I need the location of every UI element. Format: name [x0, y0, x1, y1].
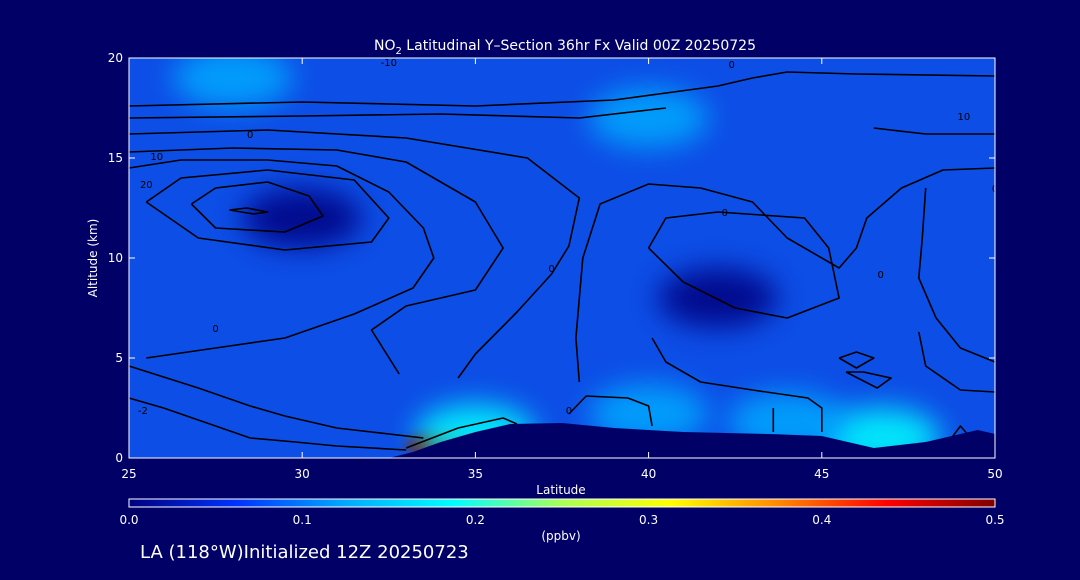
y-tick-label-2: 10 [108, 251, 123, 265]
chart-figure: NO2 Latitudinal Y–Section 36hr Fx Valid … [0, 0, 1080, 576]
colorbar-tick-label-5: 0.5 [985, 513, 1004, 527]
contour-label-6: 0 [722, 208, 728, 219]
contour-label-12: 0 [566, 406, 572, 417]
x-tick-label-3: 40 [641, 467, 656, 481]
colorbar-ticks: 0.0 0.1 0.2 0.3 0.4 0.5 [119, 513, 1004, 527]
no2-feature-7 [242, 188, 363, 248]
contour-label-5: 20 [140, 180, 153, 191]
contour-label-7: 0 [548, 264, 554, 275]
y-tick-label-3: 15 [108, 151, 123, 165]
contour-label-11: -2 [138, 406, 148, 417]
contour-label-0: -10 [381, 58, 397, 69]
contour-label-2: 0 [247, 130, 253, 141]
no2-cross-section-chart: NO2 Latitudinal Y–Section 36hr Fx Valid … [86, 38, 1005, 543]
colorbar-tick-label-1: 0.1 [293, 513, 312, 527]
x-axis-label: Latitude [536, 483, 585, 497]
x-tick-label-4: 45 [814, 467, 829, 481]
plot-area: -10 0010102000000-2 0 [129, 58, 995, 458]
y-tick-label-0: 0 [115, 451, 123, 465]
chart-title: NO2 Latitudinal Y–Section 36hr Fx Valid … [374, 38, 756, 57]
colorbar-unit: (ppbv) [541, 529, 580, 543]
contour-label-9: 0 [212, 324, 218, 335]
colorbar-tick-label-3: 0.3 [639, 513, 658, 527]
colorbar-tick-label-4: 0.4 [812, 513, 831, 527]
chart-title-rest: Latitudinal Y–Section 36hr Fx Valid 00Z … [402, 38, 756, 54]
contour-label-3: 10 [957, 112, 970, 123]
x-tick-label-1: 30 [295, 467, 310, 481]
colorbar-tick-label-2: 0.2 [466, 513, 485, 527]
colorbar [128, 498, 996, 508]
chart-title-prefix: NO [374, 38, 396, 54]
x-tick-label-2: 35 [468, 467, 483, 481]
contour-label-1: 0 [729, 60, 735, 71]
no2-feature-6 [172, 58, 293, 108]
no2-feature-5 [588, 88, 709, 148]
x-tick-label-0: 25 [121, 467, 136, 481]
footer-initialization-text: LA (118°W)Initialized 12Z 20250723 [140, 542, 469, 563]
contour-label-8: 0 [878, 270, 884, 281]
colorbar-tick-label-0: 0.0 [119, 513, 138, 527]
contour-label-4: 10 [150, 152, 163, 163]
y-tick-label-1: 5 [115, 351, 123, 365]
y-axis-label: Altitude (km) [86, 219, 100, 298]
y-tick-label-4: 20 [108, 51, 123, 65]
no2-feature-8 [657, 268, 778, 328]
x-tick-label-5: 50 [987, 467, 1002, 481]
